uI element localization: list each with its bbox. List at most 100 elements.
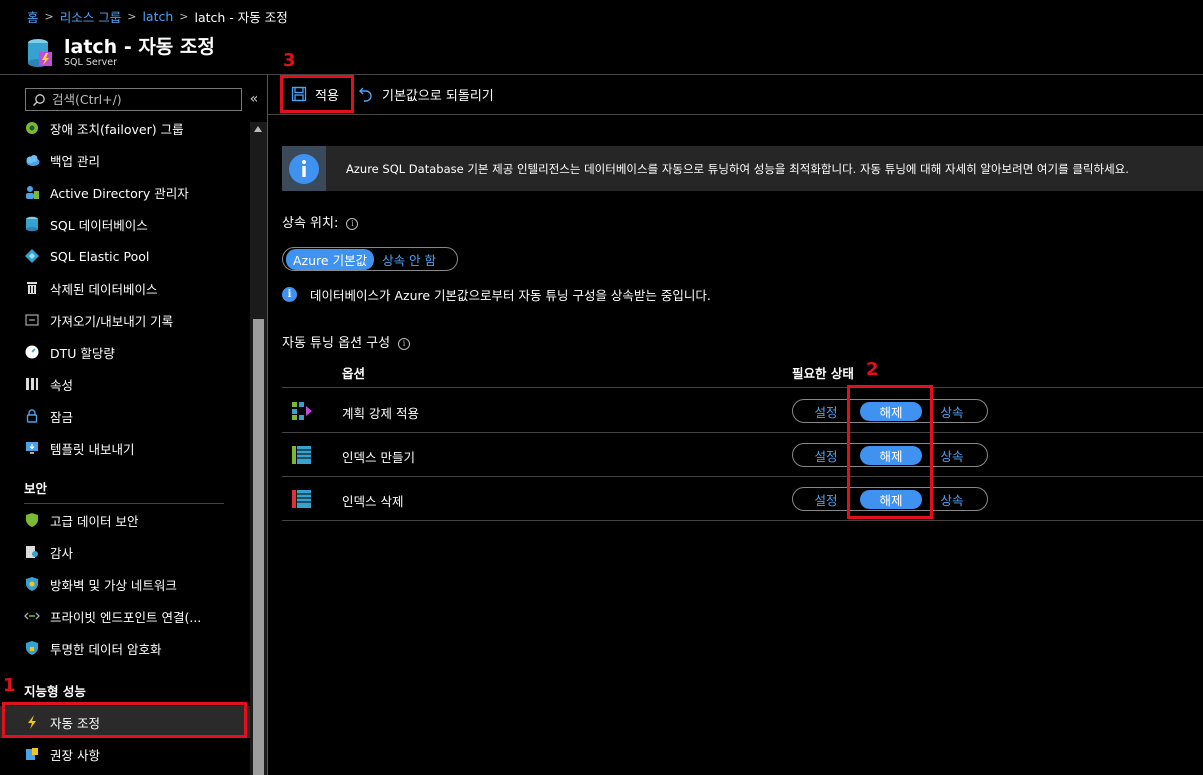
sidebar-item-properties[interactable]: 속성 [0,368,250,400]
index-create-icon [292,446,311,464]
inherit-from-toggle[interactable]: Azure 기본값 상속 안 함 [282,247,458,271]
sidebar-item-dtu-quota[interactable]: DTU 할당량 [0,336,250,368]
annotation-number-3: 3 [283,50,296,71]
info-filled-icon: i [282,287,297,302]
inherit-none-option[interactable]: 상속 안 함 [374,249,444,270]
elastic-pool-icon [24,248,40,264]
sidebar-item-label: 백업 관리 [50,153,100,169]
revert-to-default-button[interactable]: 기본값으로 되돌리기 [358,83,494,105]
sidebar-item-failover-groups[interactable]: 장애 조치(failover) 그룹 [0,112,250,144]
search-input[interactable] [52,92,232,107]
template-export-icon [24,440,40,456]
scroll-up-icon[interactable] [254,126,262,132]
sidebar-item-label: 감사 [50,545,74,561]
sidebar-item-label: 잠금 [50,409,74,425]
info-circle-icon[interactable]: i [346,217,359,230]
undo-icon [358,86,374,102]
sql-database-icon [24,216,40,232]
annotation-box-2 [847,385,933,519]
table-row: 인덱스 삭제 설정 해제 상속 [282,477,1203,521]
revert-label: 기본값으로 되돌리기 [382,88,494,104]
sidebar-item-label: 삭제된 데이터베이스 [50,281,158,297]
sidebar-item-label: 템플릿 내보내기 [50,441,135,457]
scrollbar-thumb[interactable] [253,319,264,775]
sidebar-item-label: SQL 데이터베이스 [50,217,148,233]
sidebar-item-label: 가져오기/내보내기 기록 [50,313,174,329]
chevron-right-icon: > [179,9,189,23]
sidebar-item-tde[interactable]: 투명한 데이터 암호화 [0,632,250,664]
table-row: 인덱스 만들기 설정 해제 상속 [282,433,1203,477]
sidebar-item-locks[interactable]: 잠금 [0,400,250,432]
table-row: 계획 강제 적용 설정 해제 상속 [282,389,1203,433]
sidebar-item-firewall[interactable]: 방화벽 및 가상 네트워크 [0,568,250,600]
firewall-icon [24,576,40,592]
sidebar-item-ad-admin[interactable]: Active Directory 관리자 [0,176,250,208]
breadcrumb: 홈 > 리소스 그룹 > latch > latch - 자동 조정 [0,0,1203,32]
row-label: 인덱스 만들기 [342,450,415,465]
ad-admin-icon [24,184,40,200]
recommendations-icon [24,746,40,762]
sidebar-search[interactable] [25,88,242,111]
chevron-right-icon: > [127,9,137,23]
gauge-icon [24,344,40,360]
tuning-table-header: 옵션 필요한 상태 [282,358,1203,388]
sidebar: « 장애 조치(failover) 그룹 백업 관리 Active Direct… [0,74,268,775]
search-icon [33,93,45,106]
chevron-right-icon: > [44,9,54,23]
properties-icon [24,376,40,392]
info-icon [282,146,326,191]
column-header-desired-state: 필요한 상태 [792,366,854,381]
breadcrumb-home[interactable]: 홈 [27,7,39,26]
main-content: 적용 기본값으로 되돌리기 Azure SQL Database 기본 제공 인… [268,74,1203,775]
row-label: 계획 강제 적용 [342,406,419,421]
sidebar-item-sql-databases[interactable]: SQL 데이터베이스 [0,208,250,240]
breadcrumb-current: latch - 자동 조정 [194,9,288,25]
lock-icon [24,408,40,424]
sidebar-scrollbar[interactable] [250,122,267,775]
failover-icon [24,120,40,136]
sidebar-item-label: 방화벽 및 가상 네트워크 [50,577,177,593]
sql-server-icon [28,39,52,67]
inherit-azure-default-option[interactable]: Azure 기본값 [286,248,375,270]
sidebar-item-deleted-databases[interactable]: 삭제된 데이터베이스 [0,272,250,304]
sidebar-item-advanced-data-security[interactable]: 고급 데이터 보안 [0,504,250,536]
sidebar-item-export-template[interactable]: 템플릿 내보내기 [0,432,250,464]
column-header-option: 옵션 [342,366,366,381]
plan-force-icon [292,402,312,420]
cloud-backup-icon [24,152,40,168]
sidebar-item-label: 권장 사항 [50,747,100,763]
index-delete-icon [292,490,311,508]
sidebar-item-label: 프라이빗 엔드포인트 연결(... [50,609,202,625]
annotation-number-2: 2 [866,359,879,380]
info-banner-text: Azure SQL Database 기본 제공 인텔리전스는 데이터베이스를 … [346,161,1129,176]
sidebar-item-label: 속성 [50,377,74,393]
sidebar-item-label: Active Directory 관리자 [50,185,189,201]
shield-icon [24,512,40,528]
inherit-note: i 데이터베이스가 Azure 기본값으로부터 자동 튜닝 구성을 상속받는 중… [282,285,711,304]
sidebar-section-security: 보안 [24,481,48,496]
sidebar-item-auditing[interactable]: 감사 [0,536,250,568]
trash-icon [24,280,40,296]
endpoint-icon [24,608,40,624]
encryption-icon [24,640,40,656]
info-circle-icon[interactable]: i [398,337,411,350]
sidebar-item-recommendations[interactable]: 권장 사항 [0,738,250,770]
sidebar-item-label: 장애 조치(failover) 그룹 [50,121,184,137]
info-banner[interactable]: Azure SQL Database 기본 제공 인텔리전스는 데이터베이스를 … [282,146,1203,191]
collapse-sidebar-button[interactable]: « [246,89,262,109]
sidebar-item-private-endpoint[interactable]: 프라이빗 엔드포인트 연결(... [0,600,250,632]
command-bar: 적용 기본값으로 되돌리기 [268,75,1203,115]
sidebar-item-import-export[interactable]: 가져오기/내보내기 기록 [0,304,250,336]
annotation-box-1 [2,702,247,738]
sidebar-item-elastic-pool[interactable]: SQL Elastic Pool [0,240,250,272]
sidebar-item-label: SQL Elastic Pool [50,248,150,264]
import-export-icon [24,312,40,328]
sidebar-item-backup[interactable]: 백업 관리 [0,144,250,176]
breadcrumb-resource-groups[interactable]: 리소스 그룹 [60,7,121,26]
page-title: latch - 자동 조정 [64,36,215,58]
breadcrumb-server[interactable]: latch [142,9,173,24]
sidebar-item-label: 투명한 데이터 암호화 [50,641,162,657]
sidebar-item-label: 고급 데이터 보안 [50,513,139,529]
annotation-number-1: 1 [3,675,16,696]
page-header: latch - 자동 조정 SQL Server [0,32,1203,74]
